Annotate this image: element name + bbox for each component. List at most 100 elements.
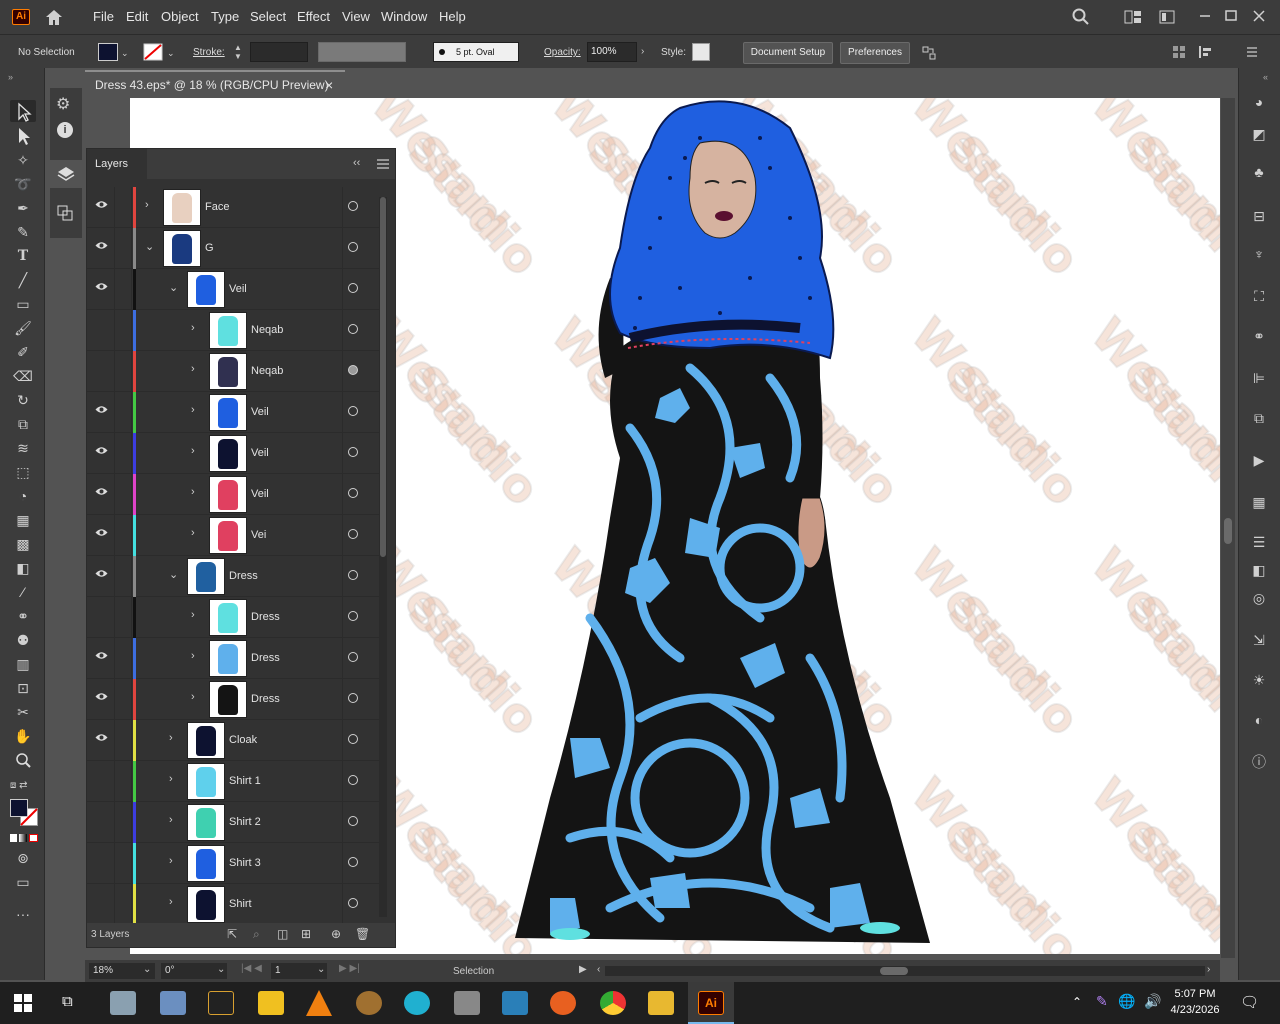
target-circle[interactable]: [348, 734, 358, 744]
visibility-toggle[interactable]: [87, 720, 115, 761]
chevron-up-icon[interactable]: ⌃: [1072, 995, 1082, 1009]
lasso-icon[interactable]: ➰: [12, 174, 34, 194]
layer-name[interactable]: Neqab: [251, 365, 283, 377]
lock-toggle[interactable]: [115, 679, 132, 720]
layer-row[interactable]: › Shirt 2: [87, 802, 379, 843]
chevron-right-icon[interactable]: ›: [169, 814, 179, 826]
zoom-tool-icon[interactable]: [12, 750, 34, 770]
eyedropper-icon[interactable]: ⁄: [12, 582, 34, 602]
first-artboard-icon[interactable]: |◀ ◀: [241, 963, 262, 974]
chevron-right-icon[interactable]: ›: [191, 363, 201, 375]
lock-toggle[interactable]: [115, 843, 132, 884]
task-view-icon[interactable]: ⧉: [62, 993, 73, 1010]
chevron-down-icon[interactable]: ⌄: [169, 281, 179, 294]
distribute-icon[interactable]: [1198, 45, 1214, 59]
layer-name[interactable]: G: [205, 242, 214, 254]
locate-object-icon[interactable]: ⌕: [253, 927, 260, 942]
layer-name[interactable]: Dress: [251, 611, 280, 623]
settings-gear-icon[interactable]: ⚙: [56, 94, 70, 114]
appearance-icon[interactable]: ☀: [1249, 670, 1269, 690]
layer-name[interactable]: Dress: [251, 652, 280, 664]
layer-row[interactable]: › Veil: [87, 433, 379, 474]
lock-toggle[interactable]: [115, 351, 132, 392]
color-guide-icon[interactable]: ◕: [1249, 92, 1269, 112]
canvas-horizontal-scrollbar[interactable]: [605, 966, 1205, 976]
magic-wand-icon[interactable]: ✧: [12, 150, 34, 170]
target-circle[interactable]: [348, 406, 358, 416]
color-mode-buttons[interactable]: [10, 834, 38, 842]
target-circle[interactable]: [348, 447, 358, 457]
rotate-tool-icon[interactable]: ↻: [12, 390, 34, 410]
layer-name[interactable]: Veil: [229, 283, 247, 295]
symbol-sprayer-icon[interactable]: ⚉: [12, 630, 34, 650]
export-icon[interactable]: ⇱: [227, 927, 237, 941]
firefox-icon[interactable]: [550, 991, 576, 1015]
delete-layer-icon[interactable]: 🗑: [355, 927, 370, 941]
layer-name[interactable]: Dress: [229, 570, 258, 582]
transparency-icon[interactable]: ◎: [1249, 588, 1269, 608]
layer-row[interactable]: ⌄ Dress: [87, 556, 379, 597]
visibility-toggle[interactable]: [87, 515, 115, 556]
chevron-right-icon[interactable]: ›: [191, 445, 201, 457]
expand-panels-icon[interactable]: «: [1263, 72, 1268, 82]
layer-row[interactable]: › Dress: [87, 679, 379, 720]
visibility-toggle[interactable]: [87, 884, 115, 925]
visibility-toggle[interactable]: [87, 802, 115, 843]
links-icon[interactable]: ⚭: [1249, 326, 1269, 346]
graphic-styles-icon[interactable]: ♆: [1249, 244, 1269, 264]
layer-name[interactable]: Dress: [251, 693, 280, 705]
chevron-right-icon[interactable]: ›: [145, 199, 155, 211]
chevron-down-icon[interactable]: ⌄: [145, 240, 155, 253]
menu-object[interactable]: Object: [161, 9, 199, 24]
layer-name[interactable]: Cloak: [229, 734, 257, 746]
shape-builder-icon[interactable]: ◔: [12, 486, 34, 506]
layer-row[interactable]: › Cloak: [87, 720, 379, 761]
layer-row[interactable]: › Shirt 3: [87, 843, 379, 884]
target-circle[interactable]: [348, 898, 358, 908]
selection-tool-icon[interactable]: [12, 102, 34, 122]
layer-row[interactable]: ⌄ G: [87, 228, 379, 269]
direct-selection-tool-icon[interactable]: [12, 126, 34, 146]
stroke-label[interactable]: Stroke:: [193, 47, 225, 58]
gradient-tool-icon[interactable]: ◧: [12, 558, 34, 578]
lock-toggle[interactable]: [115, 515, 132, 556]
lock-toggle[interactable]: [115, 720, 132, 761]
stroke-panel-icon[interactable]: ☰: [1249, 532, 1269, 552]
network-icon[interactable]: 🌐: [1118, 993, 1135, 1010]
close-icon[interactable]: [1248, 6, 1270, 26]
visibility-toggle[interactable]: [87, 597, 115, 638]
curvature-tool-icon[interactable]: ✎: [12, 222, 34, 242]
pathfinder-icon[interactable]: ⧉: [1249, 408, 1269, 428]
lock-toggle[interactable]: [115, 884, 132, 925]
opacity-input[interactable]: 100%: [587, 42, 637, 62]
target-circle[interactable]: [348, 652, 358, 662]
chevron-right-icon[interactable]: ›: [169, 855, 179, 867]
visibility-toggle[interactable]: [87, 392, 115, 433]
style-swatch[interactable]: [692, 43, 710, 61]
layer-row[interactable]: ⌄ Veil: [87, 269, 379, 310]
canvas-vertical-scrollbar[interactable]: [1221, 98, 1235, 958]
snipping-tool-icon[interactable]: [160, 991, 186, 1015]
lock-toggle[interactable]: [115, 433, 132, 474]
target-circle[interactable]: [348, 283, 358, 293]
chevron-right-icon[interactable]: ›: [169, 896, 179, 908]
fill-color-box[interactable]: [10, 799, 28, 817]
actions-icon[interactable]: ▶: [1249, 450, 1269, 470]
layer-name[interactable]: Shirt 1: [229, 775, 261, 787]
chevron-right-icon[interactable]: ›: [191, 322, 201, 334]
align-panel-icon[interactable]: ⊫: [1249, 368, 1269, 388]
blend-tool-icon[interactable]: ⚭: [12, 606, 34, 626]
image-trace-icon[interactable]: ◐: [1249, 710, 1269, 730]
target-circle[interactable]: [348, 529, 358, 539]
chevron-right-icon[interactable]: ›: [191, 404, 201, 416]
layer-row[interactable]: › Face: [87, 187, 379, 228]
scrollbar-thumb[interactable]: [1224, 518, 1232, 544]
panel-menu-icon[interactable]: [377, 159, 389, 169]
layer-row[interactable]: › Neqab: [87, 351, 379, 392]
collapse-panel-icon[interactable]: ‹‹: [353, 157, 360, 169]
fill-swatch[interactable]: [98, 43, 118, 61]
chevron-down-icon[interactable]: ⌄: [143, 964, 151, 975]
width-tool-icon[interactable]: ≋: [12, 438, 34, 458]
dress-illustration[interactable]: [510, 98, 950, 954]
close-tab-icon[interactable]: ×: [325, 72, 333, 98]
